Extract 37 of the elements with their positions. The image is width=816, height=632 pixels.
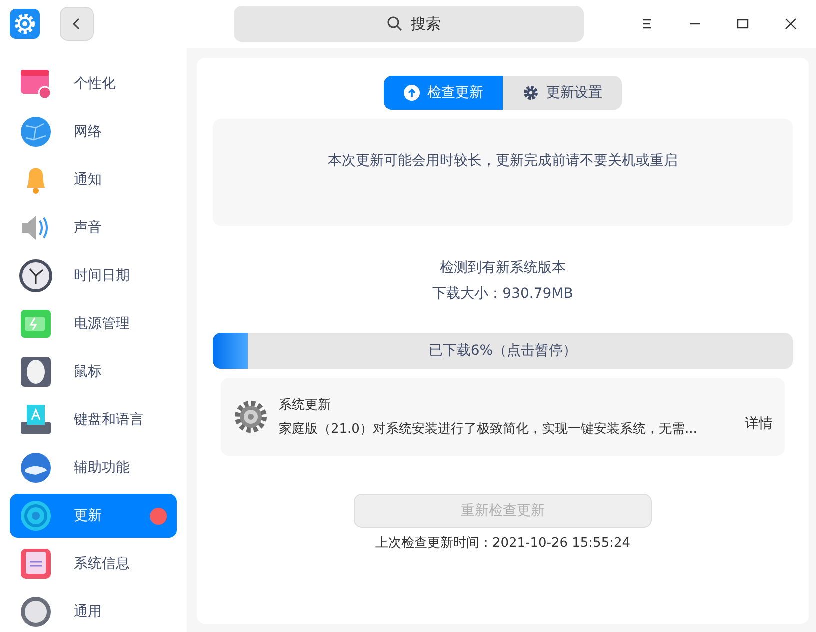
sidebar-item[interactable]: 辅助功能 xyxy=(10,446,177,490)
sidebar-item[interactable]: 鼠标 xyxy=(10,350,177,394)
sidebar-item[interactable]: 键盘和语言 xyxy=(10,398,177,442)
tab[interactable]: 更新设置 xyxy=(503,76,622,110)
sidebar-item[interactable]: 更新 xyxy=(10,494,177,538)
sidebar-item[interactable]: 声音 xyxy=(10,206,177,250)
notice-text: 本次更新可能会用时较长，更新完成前请不要关机或重启 xyxy=(328,152,678,171)
settings-icon[interactable] xyxy=(10,9,40,39)
sidebar-item[interactable]: 系统信息 xyxy=(10,542,177,586)
sidebar-item[interactable]: 个性化 xyxy=(10,62,177,106)
sidebar-item[interactable]: 通用 xyxy=(10,590,177,632)
close-icon[interactable] xyxy=(784,17,798,31)
mouse-icon xyxy=(18,354,54,390)
status-text: 检测到有新系统版本 xyxy=(440,259,566,277)
notification-dot xyxy=(150,508,167,524)
last-check-time: 上次检查更新时间：2021-10-26 15:55:24 xyxy=(375,535,631,552)
sidebar-item[interactable]: 网络 xyxy=(10,110,177,154)
back-button[interactable] xyxy=(60,7,94,41)
globe-icon xyxy=(18,114,54,150)
sidebar-item[interactable]: 通知 xyxy=(10,158,177,202)
search-field[interactable]: 搜索 xyxy=(234,6,584,42)
gear-icon xyxy=(233,399,269,435)
clock-icon xyxy=(18,258,54,294)
update-title: 系统更新 xyxy=(279,397,332,414)
maximize-icon[interactable] xyxy=(736,17,750,31)
details-link[interactable]: 详情 xyxy=(745,415,773,433)
sidebar-item[interactable]: 电源管理 xyxy=(10,302,177,346)
menu-icon[interactable] xyxy=(640,17,654,31)
upload-icon xyxy=(404,85,420,101)
update-description: 家庭版（21.0）对系统安装进行了极致简化，实现一键安装系统，无需... xyxy=(279,421,698,438)
sidebar-item[interactable]: 时间日期 xyxy=(10,254,177,298)
download-progress-bar[interactable]: 已下载6%（点击暂停） xyxy=(213,333,793,369)
gear-icon xyxy=(522,85,538,101)
chevron-left-icon xyxy=(72,18,82,30)
tab[interactable]: 检查更新 xyxy=(384,76,503,110)
download-size: 下载大小：930.79MB xyxy=(432,285,574,303)
info-icon xyxy=(18,546,54,582)
